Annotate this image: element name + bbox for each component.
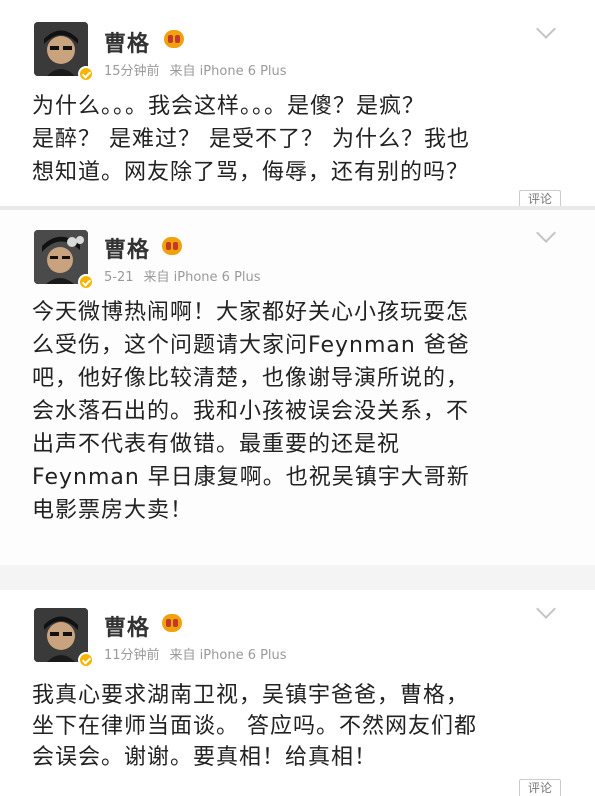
post-meta: 11分钟前 来自 iPhone 6 Plus	[104, 644, 297, 663]
post-content: 为什么。。。我会这样。。。是傻？是疯？ 是醉？ 是难过？ 是受不了？ 为什么？我…	[32, 90, 572, 189]
post-meta: 5-21 来自 iPhone 6 Plus	[104, 266, 271, 285]
content-line: 会水落石出的。我和小孩被误会没关系，不	[32, 399, 470, 424]
content-line: 坐下在律师当面谈。 答应吗。不然网友们都	[32, 714, 477, 739]
content-line: 么受伤，这个问题请大家问Feynman 爸爸	[32, 333, 470, 358]
member-icon[interactable]	[164, 30, 184, 48]
weibo-post: 曹格 11分钟前 来自 iPhone 6 Plus 我真心要求湖南卫视，吴镇宇爸爸…	[0, 590, 595, 796]
member-icon[interactable]	[162, 237, 182, 255]
comment-button[interactable]: 评论	[519, 779, 561, 796]
content-line: 是醉？ 是难过？ 是受不了？ 为什么？我也	[32, 127, 470, 152]
verified-badge-icon	[78, 652, 94, 668]
post-time[interactable]: 5-21	[104, 270, 134, 285]
content-line: 为什么。。。我会这样。。。是傻？是疯？	[32, 94, 426, 119]
post-content: 今天微博热闹啊！大家都好关心小孩玩耍怎 么受伤，这个问题请大家问Feynman …	[32, 296, 572, 527]
weibo-post: 曹格 5-21 来自 iPhone 6 Plus 今天微博热闹啊！大家都好关心小孩…	[0, 210, 595, 565]
content-line: 吧，他好像比较清楚，也像谢导演所说的，	[32, 366, 470, 391]
chevron-down-icon[interactable]	[536, 223, 556, 243]
username[interactable]: 曹格	[104, 610, 150, 642]
content-line: 今天微博热闹啊！大家都好关心小孩玩耍怎	[32, 300, 470, 325]
content-line: 出声不代表有做错。最重要的还是祝	[32, 432, 401, 457]
username[interactable]: 曹格	[104, 26, 150, 58]
content-line: 我真心要求湖南卫视，吴镇宇爸爸，曹格，	[32, 683, 470, 708]
username[interactable]: 曹格	[104, 232, 150, 264]
post-separator	[0, 565, 595, 590]
content-line: 会误会。谢谢。要真相！给真相！	[32, 745, 378, 770]
post-meta: 15分钟前 来自 iPhone 6 Plus	[104, 60, 297, 79]
verified-badge-icon	[78, 66, 94, 82]
post-time[interactable]: 15分钟前	[104, 64, 160, 79]
comment-button[interactable]: 评论	[519, 190, 561, 207]
post-content: 我真心要求湖南卫视，吴镇宇爸爸，曹格， 坐下在律师当面谈。 答应吗。不然网友们都…	[32, 680, 572, 773]
post-source: 来自 iPhone 6 Plus	[169, 648, 287, 663]
content-line: Feynman 早日康复啊。也祝吴镇宇大哥新	[32, 465, 470, 490]
post-time[interactable]: 11分钟前	[104, 648, 160, 663]
member-icon[interactable]	[162, 614, 182, 632]
content-line: 电影票房大卖！	[32, 498, 194, 523]
verified-badge-icon	[78, 274, 94, 290]
chevron-down-icon[interactable]	[536, 599, 556, 619]
post-source: 来自 iPhone 6 Plus	[169, 64, 287, 79]
weibo-post: 曹格 15分钟前 来自 iPhone 6 Plus 为什么。。。我会这样。。。是傻…	[0, 0, 595, 207]
post-source: 来自 iPhone 6 Plus	[143, 270, 261, 285]
content-line: 想知道。网友除了骂，侮辱，还有别的吗？	[32, 160, 470, 185]
chevron-down-icon[interactable]	[536, 19, 556, 39]
